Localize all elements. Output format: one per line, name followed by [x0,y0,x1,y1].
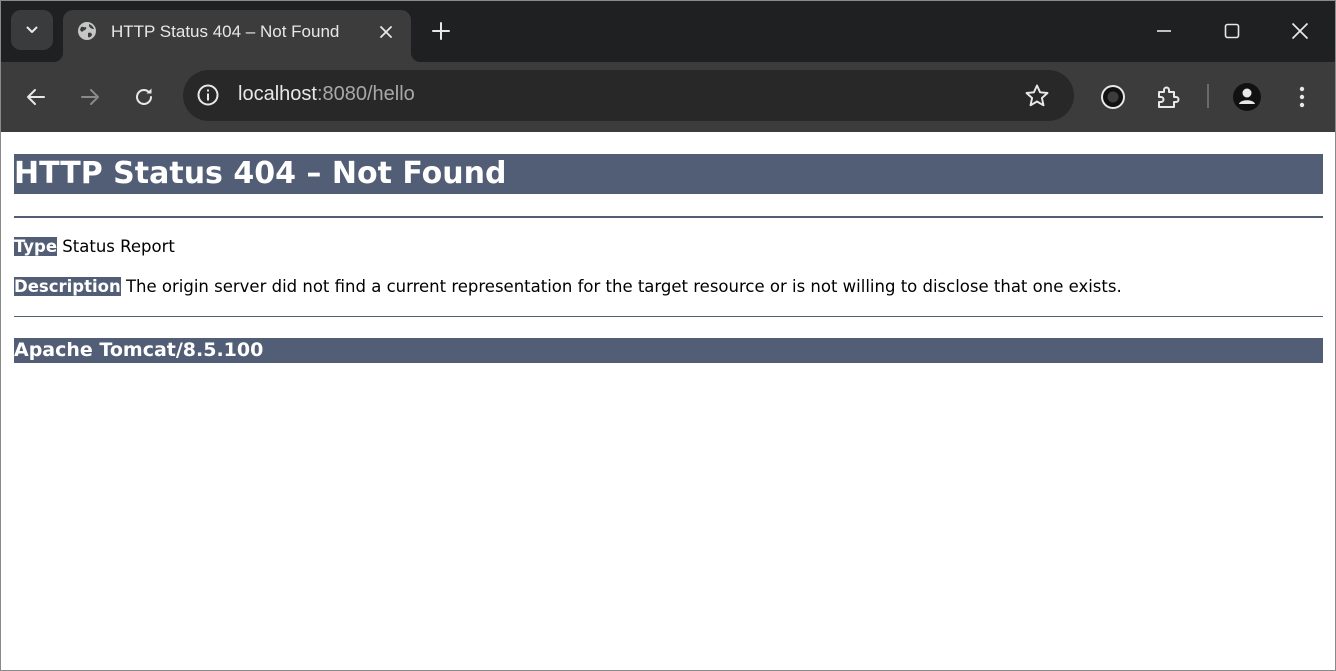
tab-close-button[interactable] [375,21,397,43]
info-icon [197,84,219,106]
divider [14,316,1323,317]
reload-button[interactable] [126,79,162,115]
browser-menu-button[interactable] [1284,79,1320,115]
description-value: The origin server did not find a current… [120,277,1122,296]
tab-search-button[interactable] [11,10,53,50]
person-icon [1233,83,1261,111]
description-row: Description The origin server did not fi… [14,277,1122,297]
close-icon [1291,22,1309,40]
site-info-button[interactable] [195,82,221,108]
maximize-button[interactable] [1209,11,1255,51]
server-info: Apache Tomcat/8.5.100 [14,338,1323,363]
reload-icon [136,88,152,105]
browser-window: HTTP Status 404 – Not Found localhost:80… [0,0,1336,671]
globe-icon [78,22,96,40]
tab-title: HTTP Status 404 – Not Found [111,22,340,41]
bookmark-button[interactable] [1023,82,1051,110]
back-button[interactable] [18,79,54,115]
forward-button[interactable] [72,79,108,115]
profile-button[interactable] [1229,79,1265,115]
address-bar[interactable]: localhost:8080/hello [183,70,1074,121]
ring-icon [1101,85,1125,109]
maximize-icon [1224,23,1240,39]
toolbar-separator [1207,84,1209,108]
url-host: localhost [238,83,317,105]
type-row: Type Status Report [14,237,175,257]
extensions-menu-button[interactable] [1150,79,1186,115]
close-window-button[interactable] [1277,11,1323,51]
active-tab[interactable]: HTTP Status 404 – Not Found [53,10,421,62]
browser-toolbar: localhost:8080/hello [1,62,1335,132]
divider [14,216,1323,218]
chevron-down-icon [26,26,38,33]
minimize-button[interactable] [1141,11,1187,51]
star-icon [1025,84,1049,107]
tab-strip: HTTP Status 404 – Not Found [1,1,1335,62]
url-text[interactable]: localhost:8080/hello [238,83,415,106]
arrow-left-icon [27,89,45,105]
page-content: HTTP Status 404 – Not Found Type Status … [1,132,1335,670]
arrow-right-icon [81,89,99,105]
close-icon [380,26,392,38]
kebab-menu-icon [1299,86,1305,108]
puzzle-icon [1158,86,1180,108]
description-label: Description [14,277,121,296]
new-tab-button[interactable] [427,17,455,45]
minimize-icon [1157,30,1171,32]
type-label: Type [14,237,58,256]
page-title: HTTP Status 404 – Not Found [14,154,1323,194]
extension-button[interactable] [1095,79,1131,115]
url-path: :8080/hello [316,83,415,105]
type-value: Status Report [57,237,175,256]
plus-icon [432,22,450,40]
